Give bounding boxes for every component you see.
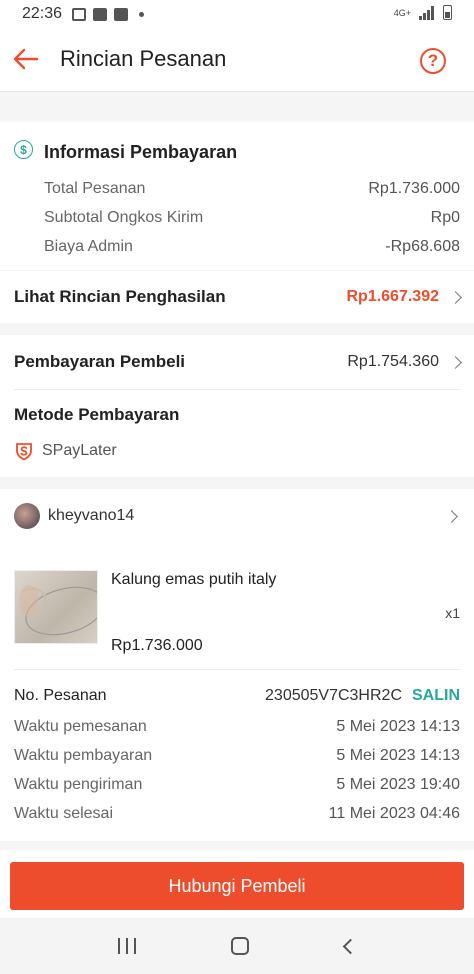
spaylater-icon: [16, 443, 32, 461]
payment-method: SPayLater: [14, 441, 117, 461]
divider: [14, 669, 460, 670]
signal-icon: [419, 5, 435, 20]
bri-icon: [114, 7, 129, 21]
product-quantity: x1: [445, 605, 460, 621]
avatar: [14, 503, 40, 529]
necklace-image: [19, 585, 97, 636]
gallery-icon: [72, 7, 87, 21]
income-row-content: Lihat Rincian Penghasilan Rp1.667.392: [0, 271, 474, 323]
recents-icon[interactable]: [117, 938, 136, 954]
help-button[interactable]: ?: [420, 48, 446, 74]
back-button[interactable]: [12, 44, 42, 74]
order-time-value: 5 Mei 2023 14:13: [336, 747, 460, 764]
payment-row: Biaya Admin -Rp68.608: [0, 236, 474, 258]
network-type: 4G+: [393, 7, 411, 18]
buyer-payment-value-wrap: Rp1.754.360: [347, 353, 462, 371]
payment-row-value: -Rp68.608: [385, 238, 460, 255]
copy-button[interactable]: SALIN: [412, 687, 460, 705]
payment-row-label: Subtotal Ongkos Kirim: [44, 209, 204, 226]
back-nav-icon[interactable]: [342, 938, 359, 954]
status-bar: 22:36 4G+: [0, 0, 474, 28]
buyer-payment-row[interactable]: Pembayaran Pembeli Rp1.754.360: [0, 335, 474, 389]
product-name: Kalung emas putih italy: [111, 571, 277, 588]
chevron-right-icon: [445, 510, 458, 523]
buyer-payment-value: Rp1.754.360: [347, 353, 439, 370]
dollar-icon: $: [14, 140, 33, 159]
system-nav-bar: [0, 918, 474, 974]
income-label: Lihat Rincian Penghasilan: [14, 287, 226, 306]
app-header: Rincian Pesanan ?: [0, 28, 474, 92]
order-time-row: Waktu pembayaran 5 Mei 2023 14:13: [0, 745, 474, 767]
shop-icon: [93, 7, 108, 21]
payment-row-value: Rp0: [430, 209, 460, 226]
arrow-left-icon: [13, 48, 39, 70]
page-title: Rincian Pesanan: [60, 46, 227, 71]
payment-row: Total Pesanan Rp1.736.000: [0, 178, 474, 200]
order-card: kheyvano14 Kalung emas putih italy x1 Rp…: [0, 489, 474, 841]
income-value-wrap: Rp1.667.392: [346, 288, 462, 306]
order-time-value: 5 Mei 2023 14:13: [336, 718, 460, 735]
status-indicators: 4G+: [394, 5, 452, 20]
income-value: Rp1.667.392: [346, 288, 439, 305]
payment-row-value: Rp1.736.000: [368, 180, 460, 197]
product-image: [14, 570, 98, 644]
order-time-label: Waktu pengiriman: [14, 776, 143, 793]
chevron-right-icon: [449, 355, 462, 369]
buyer-row[interactable]: kheyvano14: [0, 489, 474, 545]
payment-row-label: Total Pesanan: [44, 180, 146, 197]
order-time-row: Waktu selesai 11 Mei 2023 04:46: [0, 803, 474, 825]
order-number-row: No. Pesanan 230505V7C3HR2C SALIN: [0, 685, 474, 707]
payment-info-title: Informasi Pembayaran: [44, 142, 238, 162]
order-time-value: 11 Mei 2023 04:46: [328, 805, 460, 822]
chevron-right-icon: [449, 290, 462, 304]
payment-method-title: Metode Pembayaran: [14, 405, 180, 424]
home-icon[interactable]: [231, 937, 250, 955]
buyer-username: kheyvano14: [48, 507, 135, 524]
order-time-row: Waktu pemesanan 5 Mei 2023 14:13: [0, 716, 474, 738]
order-number-label: No. Pesanan: [14, 687, 107, 704]
more-notifications-icon: [139, 11, 145, 17]
order-time-label: Waktu selesai: [14, 805, 113, 822]
battery-icon: [443, 5, 452, 20]
buyer-payment-label: Pembayaran Pembeli: [14, 352, 186, 371]
product-price: Rp1.736.000: [111, 637, 203, 654]
contact-buyer-button[interactable]: Hubungi Pembeli: [10, 862, 464, 910]
order-time-label: Waktu pembayaran: [14, 747, 153, 764]
payment-row-label: Biaya Admin: [44, 238, 133, 255]
order-time-label: Waktu pemesanan: [14, 718, 147, 735]
income-details-row[interactable]: Lihat Rincian Penghasilan Rp1.667.392: [0, 271, 474, 323]
payment-info-card: $ Informasi Pembayaran Total Pesanan Rp1…: [0, 122, 474, 270]
buyer-payment-card: Pembayaran Pembeli Rp1.754.360 Metode Pe…: [0, 335, 474, 477]
order-number: 230505V7C3HR2C: [265, 687, 402, 704]
payment-row: Subtotal Ongkos Kirim Rp0: [0, 207, 474, 229]
payment-method-name: SPayLater: [42, 442, 117, 459]
order-time-row: Waktu pengiriman 5 Mei 2023 19:40: [0, 774, 474, 796]
divider: [14, 389, 460, 390]
order-number-wrap: 230505V7C3HR2C SALIN: [265, 687, 460, 705]
status-time: 22:36: [22, 5, 63, 22]
order-time-value: 5 Mei 2023 19:40: [336, 776, 460, 793]
